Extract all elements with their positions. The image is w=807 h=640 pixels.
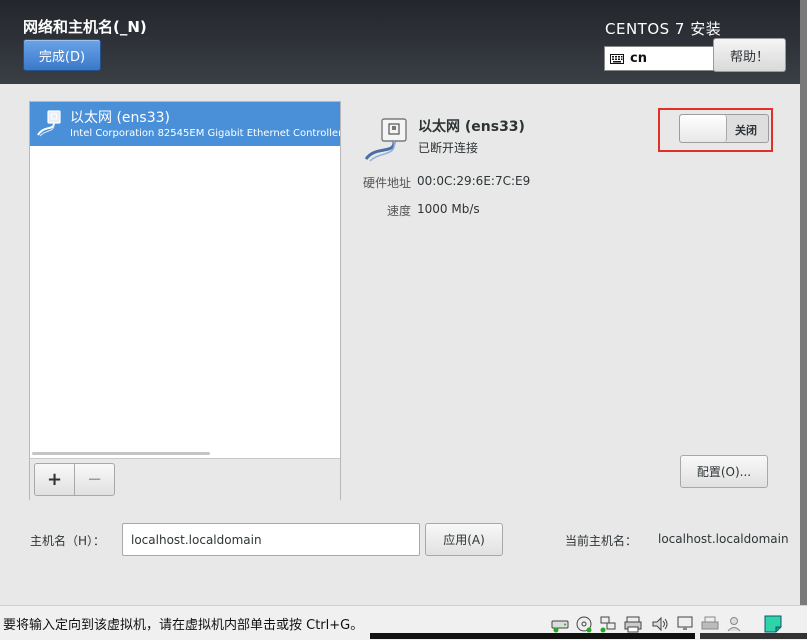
hardware-address-value: 00:0C:29:6E:7C:E9 xyxy=(417,174,531,188)
printer-icon[interactable] xyxy=(700,614,720,634)
window-edge xyxy=(800,0,807,605)
display-icon[interactable] xyxy=(675,614,695,634)
configure-button[interactable]: 配置(O)... xyxy=(680,455,768,488)
current-hostname-value: localhost.localdomain xyxy=(658,532,789,546)
done-button[interactable]: 完成(D) xyxy=(23,39,101,71)
horizontal-scrollbar[interactable] xyxy=(32,452,210,455)
cd-rom-icon[interactable] xyxy=(574,614,594,634)
toggle-knob xyxy=(680,115,727,142)
connection-toggle-switch[interactable]: 关闭 xyxy=(679,114,769,143)
apply-hostname-button[interactable]: 应用(A) xyxy=(425,523,503,556)
ethernet-cable-icon xyxy=(364,118,407,162)
page-title: 网络和主机名(_N) xyxy=(23,18,147,36)
hard-disk-icon[interactable] xyxy=(550,614,570,634)
sound-icon[interactable] xyxy=(650,614,670,634)
user-icon[interactable] xyxy=(725,614,745,634)
remove-device-button[interactable]: − xyxy=(74,463,115,496)
device-name: 以太网 (ens33) xyxy=(70,110,170,126)
hardware-address-label: 硬件地址 xyxy=(362,176,411,190)
screen-strip xyxy=(370,633,695,639)
device-detail-name: 以太网 (ens33) xyxy=(418,119,525,135)
keyboard-layout-indicator[interactable]: cn xyxy=(604,46,714,71)
screen-strip xyxy=(700,633,807,639)
sticky-note-icon[interactable] xyxy=(763,614,783,634)
device-list-toolbar: + − xyxy=(30,458,340,500)
toggle-state-label: 关闭 xyxy=(735,124,757,137)
header-bar: 网络和主机名(_N) 完成(D) CENTOS 7 安装 cn 帮助！ xyxy=(0,0,807,84)
keyboard-icon xyxy=(610,53,624,64)
add-device-button[interactable]: + xyxy=(34,463,75,496)
device-list-panel: 以太网 (ens33) Intel Corporation 82545EM Gi… xyxy=(29,101,341,500)
device-list-item[interactable]: 以太网 (ens33) Intel Corporation 82545EM Gi… xyxy=(30,102,340,146)
ethernet-cable-icon xyxy=(37,110,61,137)
hostname-input[interactable] xyxy=(122,523,420,556)
product-title: CENTOS 7 安装 xyxy=(605,20,722,38)
speed-label: 速度 xyxy=(386,204,411,218)
network-adapter-icon[interactable] xyxy=(598,614,618,634)
current-hostname-label: 当前主机名： xyxy=(565,534,638,548)
device-description: Intel Corporation 82545EM Gigabit Ethern… xyxy=(70,128,340,139)
help-button[interactable]: 帮助！ xyxy=(713,38,786,72)
status-message: 要将输入定向到该虚拟机，请在虚拟机内部单击或按 Ctrl+G。 xyxy=(3,618,364,633)
keyboard-layout-value: cn xyxy=(630,51,647,66)
hostname-label: 主机名（H）： xyxy=(30,534,106,548)
speed-value: 1000 Mb/s xyxy=(417,202,480,216)
connection-status: 已断开连接 xyxy=(418,141,479,155)
usb-printer-icon[interactable] xyxy=(623,614,643,634)
